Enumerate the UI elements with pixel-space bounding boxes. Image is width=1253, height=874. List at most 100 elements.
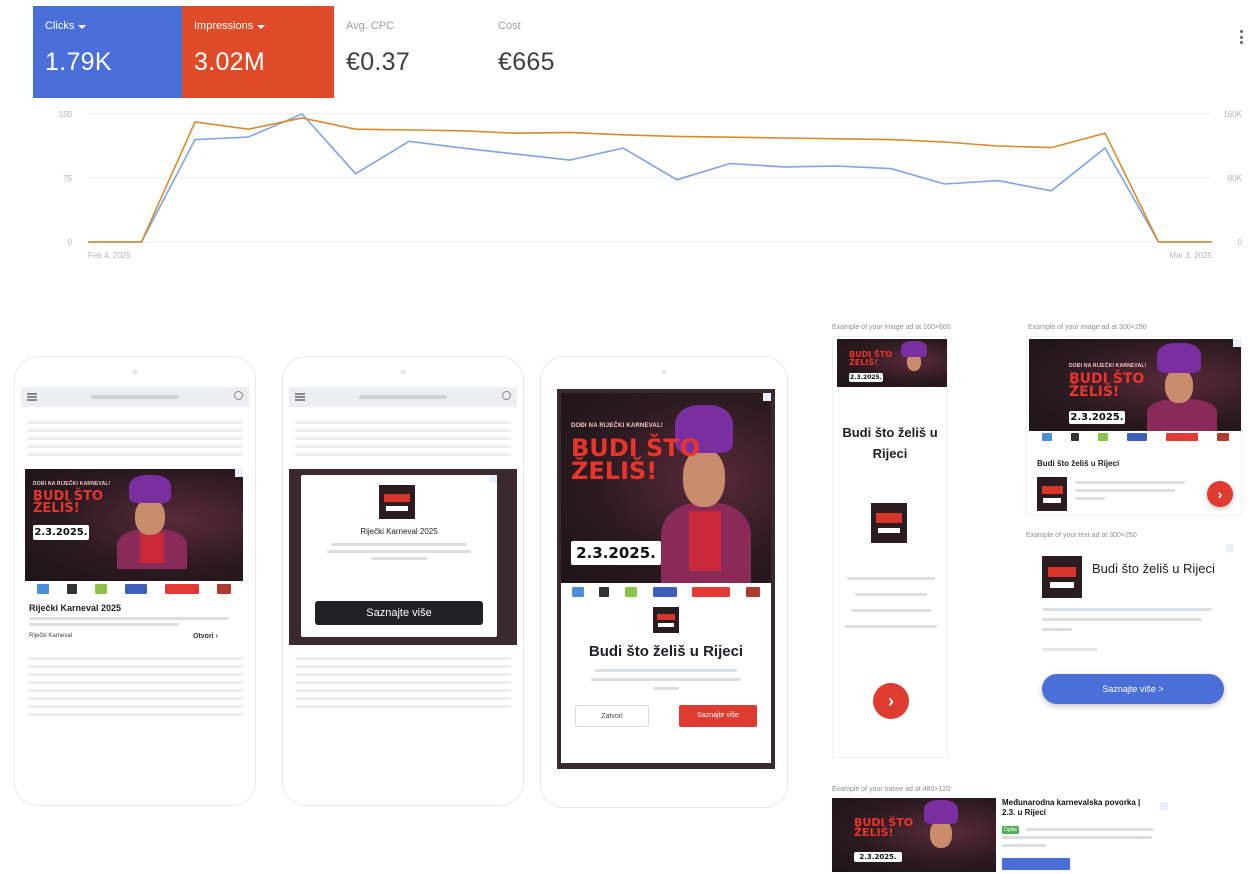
metric-card-avg-cpc[interactable]: Avg. CPC €0.37: [334, 6, 484, 98]
ad-description-line: [1002, 836, 1152, 839]
ad-creative-image[interactable]: BUDI ŠTO ŽELIŠ! 2.3.2025.: [837, 339, 947, 387]
ad-choices-icon[interactable]: [1233, 339, 1241, 347]
metric-label: Clicks: [45, 20, 170, 32]
phone-speaker: [400, 369, 406, 375]
ad-description-line: [331, 543, 467, 546]
placeholder-line: [27, 657, 243, 660]
image-ad-160x600: BUDI ŠTO ŽELIŠ! 2.3.2025. Budi što želiš …: [832, 336, 948, 758]
creative-date: 2.3.2025.: [849, 373, 883, 382]
cta-button[interactable]: Saznajte više: [679, 705, 757, 727]
open-link[interactable]: Otvori ›: [193, 633, 218, 640]
ad-description-line: [847, 577, 935, 580]
image-ad-300x250: DOĐI NA RIJEČKI KARNEVAL! BUDI ŠTO ŽELIŠ!…: [1026, 336, 1242, 516]
native-ad-title[interactable]: Međunarodna karnevalska povorka | 2.3. u…: [1002, 798, 1152, 818]
ad-thumbnail[interactable]: [653, 607, 679, 633]
hamburger-icon[interactable]: [27, 393, 37, 401]
ad-thumbnail[interactable]: [1042, 556, 1082, 598]
search-icon[interactable]: [234, 391, 243, 400]
url-bar: [359, 395, 447, 399]
x-axis-end-label: Mar 3, 2025: [1169, 251, 1212, 260]
placeholder-line: [295, 705, 511, 708]
creative-headline: BUDI ŠTO ŽELIŠ!: [854, 816, 914, 840]
cta-button[interactable]: Saznajte više: [315, 601, 483, 625]
ad-description-line: [1002, 844, 1046, 847]
metric-card-cost[interactable]: Cost €665: [486, 6, 636, 98]
y-axis-left-tick: 75: [63, 174, 72, 183]
ad-choices-icon[interactable]: [235, 469, 243, 477]
close-button[interactable]: Zatvori: [575, 705, 649, 727]
placeholder-line: [295, 657, 511, 660]
creative-tagline: DOĐI NA RIJEČKI KARNEVAL!: [33, 481, 111, 487]
sponsor-logos: [561, 583, 771, 601]
placeholder-line: [295, 437, 511, 440]
ad-description-line: [1026, 828, 1154, 831]
dropdown-caret-icon[interactable]: [78, 25, 87, 29]
creative-headline: BUDI ŠTO ŽELIŠ!: [849, 350, 893, 367]
metric-value: 1.79K: [45, 48, 112, 76]
sponsor-logos: [1029, 431, 1241, 443]
ad-creative-image[interactable]: BUDI ŠTO ŽELIŠ! 2.3.2025.: [832, 798, 996, 872]
placeholder-line: [295, 673, 511, 676]
chevron-right-icon[interactable]: ›: [1207, 481, 1233, 507]
ad-description-line: [1042, 608, 1212, 611]
chevron-right-icon[interactable]: ›: [873, 683, 909, 719]
ad-brand: Riječki Karneval: [29, 633, 73, 639]
phone-screen: DOĐI NA RIJEČKI KARNEVAL! BUDI ŠTO ŽELIŠ!…: [21, 387, 249, 805]
ad-headline[interactable]: Budi što želiš u Rijeci: [1092, 560, 1222, 578]
creative-date: 2.3.2025.: [33, 525, 89, 540]
creative-headline: BUDI ŠTO ŽELIŠ!: [1069, 371, 1145, 401]
ad-thumbnail[interactable]: [871, 503, 907, 543]
metric-card-impressions[interactable]: Impressions 3.02M: [182, 6, 334, 98]
fullscreen-ad: DOĐI NA RIJEČKI KARNEVAL! BUDI ŠTO ŽELIŠ!…: [557, 389, 775, 769]
ad-thumbnail[interactable]: [379, 485, 415, 519]
ad-brand-line: [1042, 648, 1098, 651]
ad-headline[interactable]: Budi što želiš u Rijeci: [835, 423, 945, 465]
y-axis-right-tick: 160K: [1223, 110, 1242, 119]
metric-label: Impressions: [194, 20, 322, 32]
phone-speaker: [661, 369, 667, 375]
placeholder-line: [295, 697, 511, 700]
creative-headline: BUDI ŠTO ŽELIŠ!: [33, 489, 103, 517]
browser-bar: [21, 387, 249, 407]
search-icon[interactable]: [502, 391, 511, 400]
metric-value: 3.02M: [194, 48, 265, 76]
ad-headline[interactable]: Budi što želiš u Rijeci: [561, 643, 771, 660]
creative-headline: BUDI ŠTO ŽELIŠ!: [571, 434, 701, 485]
ad-creative-image[interactable]: DOĐI NA RIJEČKI KARNEVAL! BUDI ŠTO ŽELIŠ!…: [25, 469, 243, 581]
ad-description-line: [1042, 628, 1072, 631]
creative-date: 2.3.2025.: [571, 541, 661, 565]
x-axis-start-label: Feb 4, 2025: [88, 251, 131, 260]
sponsor-logos: [25, 581, 243, 597]
cta-button[interactable]: [1002, 858, 1070, 870]
ad-choices-icon[interactable]: [1160, 802, 1168, 810]
ad-creative-image[interactable]: DOĐI NA RIJEČKI KARNEVAL! BUDI ŠTO ŽELIŠ!…: [1029, 339, 1241, 431]
ad-description-line: [855, 593, 927, 596]
ad-description-line: [1075, 497, 1105, 500]
creative-tagline: DOĐI NA RIJEČKI KARNEVAL!: [1069, 363, 1147, 369]
y-axis-left-tick: 0: [68, 238, 73, 247]
native-ad-480x120: BUDI ŠTO ŽELIŠ! 2.3.2025. Međunarodna kar…: [830, 796, 1170, 872]
ad-thumbnail[interactable]: [1037, 477, 1067, 511]
ad-description-line: [1042, 618, 1202, 621]
chevron-right-icon: ›: [215, 633, 218, 640]
y-axis-left-tick: 150: [59, 110, 73, 119]
ad-choices-icon[interactable]: [489, 475, 497, 483]
ad-title[interactable]: Riječki Karneval 2025: [29, 603, 121, 613]
placeholder-line: [295, 429, 511, 432]
metric-value: €665: [498, 48, 555, 76]
cta-button[interactable]: Saznajte više >: [1042, 674, 1224, 704]
ad-title[interactable]: Riječki Karneval 2025: [301, 527, 497, 536]
ad-creative-image[interactable]: DOĐI NA RIJEČKI KARNEVAL! BUDI ŠTO ŽELIŠ!…: [561, 393, 771, 583]
ad-choices-icon[interactable]: [1226, 544, 1234, 552]
placeholder-line: [27, 453, 243, 456]
y-axis-right-tick: 80K: [1228, 174, 1243, 183]
placeholder-line: [27, 689, 243, 692]
placeholder-line: [27, 421, 243, 424]
ad-headline[interactable]: Budi što želiš u Rijeci: [1037, 459, 1119, 468]
metric-card-clicks[interactable]: Clicks 1.79K: [33, 6, 182, 98]
ad-description-line: [851, 609, 931, 612]
hamburger-icon[interactable]: [295, 393, 305, 401]
dropdown-caret-icon[interactable]: [257, 25, 266, 29]
more-options-kebab-icon[interactable]: [1240, 30, 1244, 44]
ad-choices-icon[interactable]: [763, 393, 771, 401]
